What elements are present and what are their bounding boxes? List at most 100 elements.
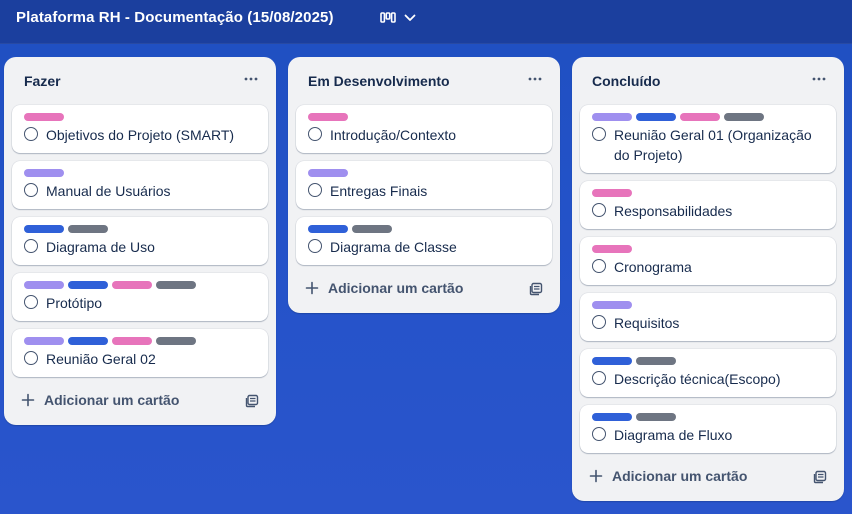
chevron-down-icon	[404, 14, 416, 21]
card-title: Diagrama de Fluxo	[614, 427, 733, 443]
card-content: Entregas Finais	[308, 181, 427, 201]
list-header: Fazer	[4, 57, 276, 105]
label-pink[interactable]	[592, 245, 632, 253]
complete-checkbox[interactable]	[592, 315, 606, 329]
plus-icon	[305, 281, 319, 295]
card-content: Diagrama de Uso	[24, 237, 155, 257]
card-title: Diagrama de Uso	[46, 239, 155, 255]
complete-checkbox[interactable]	[24, 127, 38, 141]
label-gray[interactable]	[636, 357, 676, 365]
add-card-button[interactable]: Adicionar um cartão	[580, 461, 836, 493]
list-header: Em Desenvolvimento	[288, 57, 560, 105]
label-gray[interactable]	[156, 337, 196, 345]
label-blue[interactable]	[68, 337, 108, 345]
card-content: Diagrama de Fluxo	[592, 425, 732, 445]
label-gray[interactable]	[636, 413, 676, 421]
list-menu-button[interactable]	[524, 69, 546, 89]
complete-checkbox[interactable]	[592, 371, 606, 385]
card-content: Responsabilidades	[592, 201, 732, 221]
label-blue[interactable]	[592, 357, 632, 365]
card-content: Cronograma	[592, 257, 692, 277]
label-purple[interactable]	[24, 337, 64, 345]
plus-icon	[21, 393, 35, 407]
complete-checkbox[interactable]	[592, 427, 606, 441]
card[interactable]: Protótipo	[12, 273, 268, 321]
card[interactable]: Reunião Geral 02	[12, 329, 268, 377]
list-title[interactable]: Em Desenvolvimento	[308, 73, 450, 89]
complete-checkbox[interactable]	[308, 239, 322, 253]
add-card-button[interactable]: Adicionar um cartão	[296, 273, 552, 305]
label-purple[interactable]	[24, 281, 64, 289]
list-fazer: Fazer Objetivos do Projeto (SMART) Manua…	[4, 57, 276, 425]
complete-checkbox[interactable]	[308, 183, 322, 197]
list-em-desenvolvimento: Em Desenvolvimento Introdução/Contexto E…	[288, 57, 560, 313]
card[interactable]: Objetivos do Projeto (SMART)	[12, 105, 268, 153]
add-card-button[interactable]: Adicionar um cartão	[12, 385, 268, 417]
label-pink[interactable]	[24, 113, 64, 121]
list-title[interactable]: Concluído	[592, 73, 660, 89]
label-gray[interactable]	[724, 113, 764, 121]
card-content: Reunião Geral 01 (Organização do Projeto…	[592, 125, 812, 165]
board-title[interactable]: Plataforma RH - Documentação (15/08/2025…	[16, 9, 334, 26]
label-blue[interactable]	[68, 281, 108, 289]
card[interactable]: Cronograma	[580, 237, 836, 285]
label-pink[interactable]	[680, 113, 720, 121]
complete-checkbox[interactable]	[592, 127, 606, 141]
card[interactable]: Diagrama de Fluxo	[580, 405, 836, 453]
board-view-icon	[380, 12, 396, 23]
label-pink[interactable]	[112, 281, 152, 289]
card[interactable]: Diagrama de Uso	[12, 217, 268, 265]
card-content: Descrição técnica(Escopo)	[592, 369, 781, 389]
card-labels	[24, 281, 196, 289]
card[interactable]: Entregas Finais	[296, 161, 552, 209]
card-title: Responsabilidades	[614, 203, 733, 219]
list-title[interactable]: Fazer	[24, 73, 61, 89]
label-gray[interactable]	[352, 225, 392, 233]
label-blue[interactable]	[636, 113, 676, 121]
card-title: Manual de Usuários	[46, 183, 171, 199]
complete-checkbox[interactable]	[24, 295, 38, 309]
label-blue[interactable]	[308, 225, 348, 233]
card-labels	[592, 245, 632, 253]
card[interactable]: Manual de Usuários	[12, 161, 268, 209]
card[interactable]: Diagrama de Classe	[296, 217, 552, 265]
card-title: Reunião Geral 02	[46, 351, 156, 367]
label-blue[interactable]	[592, 413, 632, 421]
label-purple[interactable]	[24, 169, 64, 177]
card-labels	[308, 113, 348, 121]
label-purple[interactable]	[308, 169, 348, 177]
label-pink[interactable]	[112, 337, 152, 345]
label-purple[interactable]	[592, 301, 632, 309]
card[interactable]: Reunião Geral 01 (Organização do Projeto…	[580, 105, 836, 173]
complete-checkbox[interactable]	[592, 259, 606, 273]
complete-checkbox[interactable]	[24, 183, 38, 197]
complete-checkbox[interactable]	[24, 351, 38, 365]
label-purple[interactable]	[592, 113, 632, 121]
card-template-icon[interactable]	[528, 281, 544, 297]
card-title: Diagrama de Classe	[330, 239, 457, 255]
card[interactable]: Requisitos	[580, 293, 836, 341]
list-menu-button[interactable]	[808, 69, 830, 89]
card-template-icon[interactable]	[244, 393, 260, 409]
board-view-switcher[interactable]	[380, 8, 426, 28]
card-template-icon[interactable]	[812, 469, 828, 485]
label-pink[interactable]	[308, 113, 348, 121]
label-pink[interactable]	[592, 189, 632, 197]
label-blue[interactable]	[24, 225, 64, 233]
card-labels	[592, 357, 676, 365]
card-labels	[592, 301, 632, 309]
label-gray[interactable]	[68, 225, 108, 233]
list-menu-button[interactable]	[240, 69, 262, 89]
label-gray[interactable]	[156, 281, 196, 289]
card[interactable]: Responsabilidades	[580, 181, 836, 229]
card-title: Introdução/Contexto	[330, 127, 457, 143]
complete-checkbox[interactable]	[24, 239, 38, 253]
complete-checkbox[interactable]	[308, 127, 322, 141]
card-title: Requisitos	[614, 315, 680, 331]
list-concluido: Concluído Reunião Geral 01 (Organização …	[572, 57, 844, 501]
complete-checkbox[interactable]	[592, 203, 606, 217]
more-horizontal-icon	[244, 77, 258, 81]
card[interactable]: Descrição técnica(Escopo)	[580, 349, 836, 397]
card-content: Objetivos do Projeto (SMART)	[24, 125, 234, 145]
card[interactable]: Introdução/Contexto	[296, 105, 552, 153]
